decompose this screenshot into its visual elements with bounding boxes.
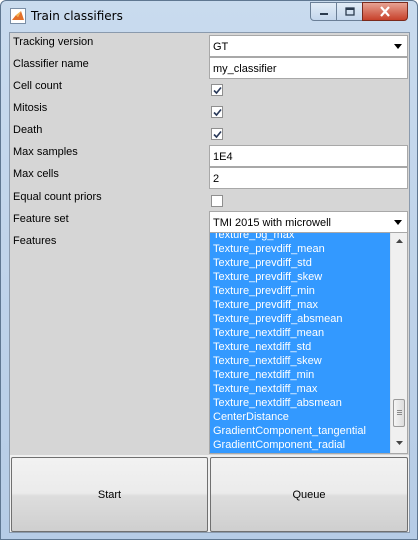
feature-list-item[interactable]: Texture_prevdiff_min <box>210 284 390 298</box>
feature-list-item[interactable]: Texture_nextdiff_absmean <box>210 396 390 410</box>
title-bar[interactable]: Train classifiers <box>1 1 417 31</box>
chevron-down-icon <box>395 441 403 445</box>
feature-list-item[interactable]: Texture_prevdiff_absmean <box>210 312 390 326</box>
tracking-version-label: Tracking version <box>13 36 94 48</box>
scroll-up-button[interactable] <box>391 233 407 249</box>
classifier-name-field[interactable]: my_classifier <box>209 57 408 79</box>
feature-list-item[interactable]: Texture_nextdiff_min <box>210 368 390 382</box>
matlab-icon <box>10 8 26 24</box>
checkmark-icon <box>213 86 222 95</box>
classifier-name-label: Classifier name <box>13 58 89 70</box>
feature-list-item[interactable]: Texture_prevdiff_skew <box>210 270 390 284</box>
scroll-thumb[interactable] <box>393 399 405 427</box>
max-samples-label: Max samples <box>13 146 78 158</box>
equal-count-priors-label: Equal count priors <box>13 191 102 203</box>
death-label: Death <box>13 124 43 136</box>
window-title: Train classifiers <box>31 9 123 23</box>
mitosis-label: Mitosis <box>13 102 48 114</box>
feature-list-item[interactable]: Texture_prevdiff_max <box>210 298 390 312</box>
scroll-down-button[interactable] <box>391 435 407 451</box>
feature-list-item[interactable]: Texture_nextdiff_std <box>210 340 390 354</box>
maximize-button[interactable] <box>336 2 363 21</box>
checkmark-icon <box>213 108 222 117</box>
tracking-version-value: GT <box>213 41 229 53</box>
max-cells-label: Max cells <box>13 168 59 180</box>
start-button[interactable]: Start <box>11 457 208 532</box>
mitosis-checkbox[interactable] <box>211 106 223 118</box>
equal-count-priors-checkbox[interactable] <box>211 195 223 207</box>
features-listbox[interactable]: Texture_bg_max Texture_prevdiff_mean Textu… <box>209 232 408 454</box>
feature-list-item[interactable]: Texture_bg_max <box>210 233 390 242</box>
cell-count-label: Cell count <box>13 80 62 92</box>
feature-list-item[interactable]: Texture_nextdiff_max <box>210 382 390 396</box>
max-samples-field[interactable]: 1E4 <box>209 145 408 167</box>
close-button[interactable] <box>362 2 408 21</box>
minimize-button[interactable] <box>310 2 337 21</box>
chevron-down-icon <box>390 37 406 55</box>
checkmark-icon <box>213 130 222 139</box>
features-list: Texture_bg_max Texture_prevdiff_mean Textu… <box>210 233 390 452</box>
feature-set-select[interactable]: TMI 2015 with microwell <box>209 211 408 233</box>
feature-list-item[interactable]: Texture_prevdiff_mean <box>210 242 390 256</box>
cell-count-checkbox[interactable] <box>211 84 223 96</box>
feature-list-item[interactable]: Texture_nextdiff_mean <box>210 326 390 340</box>
minimize-icon <box>319 12 328 15</box>
feature-list-item[interactable]: GradientComponent_tangential <box>210 424 390 438</box>
feature-list-item[interactable]: GradientComponent_radial <box>210 438 390 452</box>
maximize-icon <box>344 7 355 16</box>
close-icon <box>380 6 390 17</box>
dialog-body: Tracking version GT Classifier name my_c… <box>9 32 410 533</box>
feature-list-item[interactable]: CenterDistance <box>210 410 390 424</box>
max-cells-field[interactable]: 2 <box>209 167 408 189</box>
features-label: Features <box>13 235 57 247</box>
death-checkbox[interactable] <box>211 128 223 140</box>
feature-list-item[interactable]: Texture_prevdiff_std <box>210 256 390 270</box>
chevron-down-icon <box>390 213 406 231</box>
tracking-version-select[interactable]: GT <box>209 35 408 57</box>
features-scrollbar[interactable] <box>390 233 407 453</box>
chevron-up-icon <box>395 239 403 243</box>
feature-set-value: TMI 2015 with microwell <box>213 217 331 229</box>
features-list-viewport: Texture_bg_max Texture_prevdiff_mean Textu… <box>210 233 390 453</box>
feature-set-label: Feature set <box>13 213 69 225</box>
queue-button[interactable]: Queue <box>210 457 408 532</box>
train-classifiers-window: Train classifiers Tracking version GT Cl… <box>0 0 418 540</box>
feature-list-item[interactable]: Texture_nextdiff_skew <box>210 354 390 368</box>
settings-panel: Tracking version GT Classifier name my_c… <box>10 33 409 455</box>
